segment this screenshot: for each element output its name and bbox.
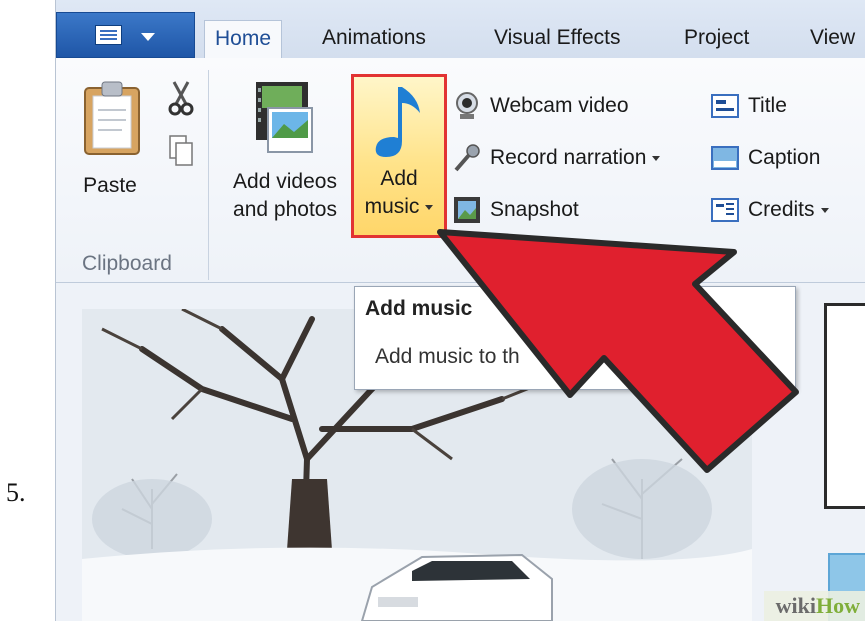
add-music-button[interactable]: Add music — [351, 74, 447, 238]
tab-view[interactable]: View — [800, 20, 865, 58]
scissors-icon — [168, 81, 194, 116]
dropdown-arrow-icon — [425, 204, 434, 210]
caption-icon — [710, 143, 740, 173]
cut-button[interactable] — [166, 80, 196, 116]
record-narration-label: Record narration — [490, 146, 647, 169]
caption-button[interactable]: Caption — [710, 140, 820, 176]
add-videos-label-line2: and photos — [233, 198, 337, 221]
video-photo-icon — [256, 82, 313, 153]
add-videos-and-photos-button[interactable]: Add videos and photos — [222, 78, 348, 238]
tab-home[interactable]: Home — [204, 20, 283, 60]
storyboard-thumbnail[interactable] — [824, 303, 865, 509]
record-narration-button[interactable]: Record narration — [452, 140, 661, 176]
webcam-icon — [452, 91, 482, 121]
add-videos-label-line1: Add videos — [233, 170, 337, 193]
step-number: 5. — [6, 478, 26, 507]
paste-label: Paste — [83, 174, 137, 197]
add-music-label-line2: music — [354, 193, 444, 221]
caption-label: Caption — [748, 146, 821, 169]
title-label: Title — [748, 94, 787, 117]
music-note-icon — [375, 87, 420, 157]
group-divider — [208, 70, 209, 280]
chevron-down-icon — [141, 33, 155, 41]
copy-icon — [169, 135, 193, 166]
webcam-video-label: Webcam video — [490, 94, 629, 117]
clipboard-icon — [84, 81, 140, 155]
tab-project[interactable]: Project — [674, 20, 759, 58]
credits-button[interactable]: Credits — [710, 192, 829, 228]
tab-animations[interactable]: Animations — [312, 20, 436, 58]
add-music-label-line1: Add — [380, 167, 418, 190]
wikihow-watermark: wikiHow — [763, 591, 865, 621]
movie-maker-window: Home Animations Visual Effects Project V… — [55, 0, 865, 621]
snapshot-label: Snapshot — [490, 198, 579, 221]
tab-visual-effects[interactable]: Visual Effects — [484, 20, 630, 58]
credits-icon — [710, 195, 740, 225]
snapshot-icon — [452, 195, 482, 225]
paste-button[interactable]: Paste — [72, 80, 148, 230]
copy-button[interactable] — [168, 134, 194, 168]
ribbon-tab-bar: Home Animations Visual Effects Project V… — [56, 0, 865, 60]
title-button[interactable]: Title — [710, 88, 787, 124]
tooltip-body: Add music to th — [375, 345, 520, 368]
document-icon — [95, 25, 122, 45]
snapshot-button[interactable]: Snapshot — [452, 192, 579, 228]
dropdown-arrow-icon — [652, 155, 661, 161]
title-icon — [710, 91, 740, 121]
application-menu-button[interactable] — [56, 12, 195, 58]
clipboard-group-label: Clipboard — [82, 252, 172, 275]
dropdown-arrow-icon — [820, 207, 829, 213]
webcam-video-button[interactable]: Webcam video — [452, 88, 629, 124]
credits-label: Credits — [748, 198, 815, 221]
add-music-tooltip: Add music Add music to th — [354, 286, 796, 390]
microphone-icon — [452, 143, 482, 173]
tooltip-title: Add music — [365, 297, 473, 320]
